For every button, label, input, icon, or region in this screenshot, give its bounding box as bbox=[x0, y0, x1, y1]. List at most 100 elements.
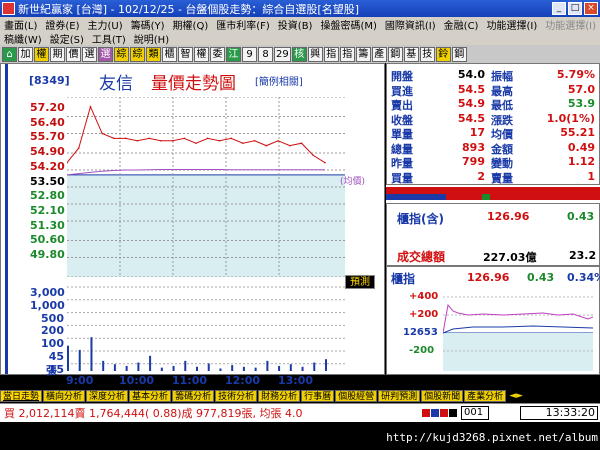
chart-title: 量價走勢圖 bbox=[151, 74, 236, 94]
quote-label: 均價 bbox=[491, 128, 513, 141]
strip-sell bbox=[446, 194, 600, 200]
quote-value: 54.5 bbox=[457, 82, 485, 96]
toolbar-button[interactable]: 選 bbox=[98, 46, 113, 62]
quote-value: 0.49 bbox=[567, 140, 595, 154]
toolbar-button[interactable]: 綜 bbox=[130, 46, 145, 62]
toolbar-button[interactable]: 期 bbox=[50, 46, 65, 62]
menu-item[interactable]: 功能選擇(I) bbox=[482, 17, 541, 32]
toolbar-button[interactable]: 權 bbox=[194, 46, 209, 62]
status-box[interactable]: 001 bbox=[461, 406, 489, 420]
toolbar-button[interactable]: 鋼 bbox=[451, 46, 467, 62]
volume-bar bbox=[289, 364, 292, 371]
toolbar-button[interactable]: 產 bbox=[371, 46, 387, 62]
mini-percent: 0.34% bbox=[567, 271, 600, 284]
volume-bar bbox=[149, 355, 152, 371]
tab[interactable]: 個股經營 bbox=[335, 390, 378, 402]
toolbar-button[interactable]: 9 bbox=[242, 46, 257, 62]
bid-ask-strip bbox=[386, 185, 600, 203]
minimize-button[interactable]: _ bbox=[552, 2, 566, 15]
tab[interactable]: 當日走勢 bbox=[0, 390, 43, 402]
tab[interactable]: 財務分析 bbox=[258, 390, 301, 402]
toolbar-button[interactable]: 委 bbox=[210, 46, 225, 62]
price-point bbox=[136, 139, 139, 142]
avg-price-tag: (均價) bbox=[340, 177, 366, 187]
quote-value: 54.0 bbox=[457, 68, 485, 81]
toolbar-button[interactable]: 興 bbox=[307, 46, 323, 62]
tab[interactable]: 基本分析 bbox=[129, 390, 172, 402]
menu-item[interactable]: 投資(B) bbox=[274, 17, 317, 32]
maximize-button[interactable]: □ bbox=[568, 2, 582, 15]
close-button[interactable]: × bbox=[584, 2, 598, 15]
menu-item[interactable]: 工具(T) bbox=[88, 31, 130, 46]
price-tick-label: 53.50 bbox=[30, 174, 65, 188]
menu-item[interactable]: 匯市利率(F) bbox=[212, 17, 274, 32]
price-tick-label: 52.80 bbox=[30, 189, 65, 203]
toolbar-button[interactable]: 指 bbox=[339, 46, 355, 62]
toolbar-button[interactable]: 基 bbox=[403, 46, 419, 62]
toolbar-button[interactable]: 鈴 bbox=[435, 46, 451, 62]
toolbar-button[interactable]: 櫃 bbox=[162, 46, 177, 62]
toolbar-button[interactable]: 權 bbox=[34, 46, 49, 62]
tab[interactable]: 橫向分析 bbox=[43, 390, 86, 402]
tab[interactable]: 深度分析 bbox=[86, 390, 129, 402]
related-button[interactable]: [簡例相關] bbox=[255, 73, 303, 88]
quote-label: 收盤 bbox=[391, 113, 413, 127]
price-point bbox=[160, 139, 162, 142]
menu-item[interactable]: 金融(C) bbox=[440, 17, 483, 32]
tab[interactable]: 行事曆 bbox=[301, 390, 335, 402]
menu-item[interactable]: 國際資訊(I) bbox=[381, 17, 440, 32]
toolbar-button[interactable]: 加 bbox=[18, 46, 33, 62]
mini-tick: -200 bbox=[409, 345, 435, 356]
menu-item[interactable]: 主力(U) bbox=[84, 17, 127, 32]
toolbar-button[interactable]: 綜 bbox=[114, 46, 129, 62]
toolbar-button[interactable]: 鋼 bbox=[387, 46, 403, 62]
price-point bbox=[289, 144, 291, 147]
volume-bar bbox=[67, 345, 69, 371]
price-point bbox=[265, 144, 268, 147]
quote-value: 55.21 bbox=[560, 126, 595, 139]
tab[interactable]: 籌碼分析 bbox=[172, 390, 215, 402]
tab[interactable]: 技術分析 bbox=[215, 390, 258, 402]
tab[interactable]: 研判預測 bbox=[378, 390, 421, 402]
predict-button[interactable]: 預測 bbox=[345, 275, 375, 289]
toolbar-button[interactable]: 29 bbox=[274, 46, 291, 62]
menu-item[interactable]: 說明(H) bbox=[130, 31, 173, 46]
price-tick-label: 57.20 bbox=[30, 101, 65, 114]
strip-top bbox=[386, 187, 600, 194]
menu-item[interactable]: 操盤密碼(M) bbox=[316, 17, 380, 32]
toolbar-button[interactable]: 選 bbox=[82, 46, 97, 62]
quote-label: 最高 bbox=[491, 84, 513, 98]
tab-scroll-arrows-icon[interactable]: ◄► bbox=[509, 391, 523, 401]
toolbar-button[interactable]: 江 bbox=[226, 46, 241, 62]
quote-label: 買進 bbox=[391, 84, 413, 98]
price-point bbox=[89, 105, 92, 108]
volume-bar bbox=[90, 337, 93, 371]
mini-change: 0.43 bbox=[527, 271, 555, 284]
tab[interactable]: 個股新聞 bbox=[421, 390, 464, 402]
home-icon[interactable]: ⌂ bbox=[2, 46, 17, 62]
tab[interactable]: 產業分析 bbox=[464, 390, 507, 402]
menu-item[interactable]: 畫面(L) bbox=[0, 17, 41, 32]
menu-item[interactable]: 期權(Q) bbox=[169, 17, 213, 32]
toolbar-button[interactable]: 智 bbox=[178, 46, 193, 62]
menu-item[interactable]: 稿纖(W) bbox=[0, 31, 46, 46]
quote-value: 799 bbox=[462, 155, 485, 168]
toolbar-button[interactable]: 籌 bbox=[355, 46, 371, 62]
menu-item[interactable]: 證券(E) bbox=[41, 17, 83, 32]
toolbar-button[interactable]: 指 bbox=[323, 46, 339, 62]
toolbar-button[interactable]: 價 bbox=[66, 46, 81, 62]
volume-tick-label: 3,000 bbox=[30, 286, 65, 299]
price-point bbox=[300, 142, 303, 145]
volume-tick-label: 100 bbox=[41, 337, 64, 351]
toolbar-button[interactable]: 核 bbox=[291, 46, 307, 62]
price-plot bbox=[67, 97, 345, 277]
volume-bar bbox=[172, 365, 175, 371]
toolbar-button[interactable]: 技 bbox=[419, 46, 435, 62]
mini-tick: +200 bbox=[409, 309, 439, 320]
toolbar-button[interactable]: 類 bbox=[146, 46, 161, 62]
toolbar-button[interactable]: 8 bbox=[258, 46, 273, 62]
menu-item[interactable]: 設定(S) bbox=[46, 31, 88, 46]
price-tick-label: 49.80 bbox=[30, 248, 65, 261]
volume-tick-label: 500 bbox=[41, 311, 64, 325]
menu-item[interactable]: 籌碼(Y) bbox=[127, 17, 169, 32]
